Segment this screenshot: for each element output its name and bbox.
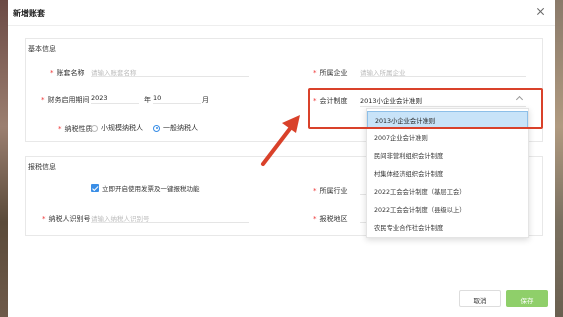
- arrow-annotation: [261, 115, 300, 166]
